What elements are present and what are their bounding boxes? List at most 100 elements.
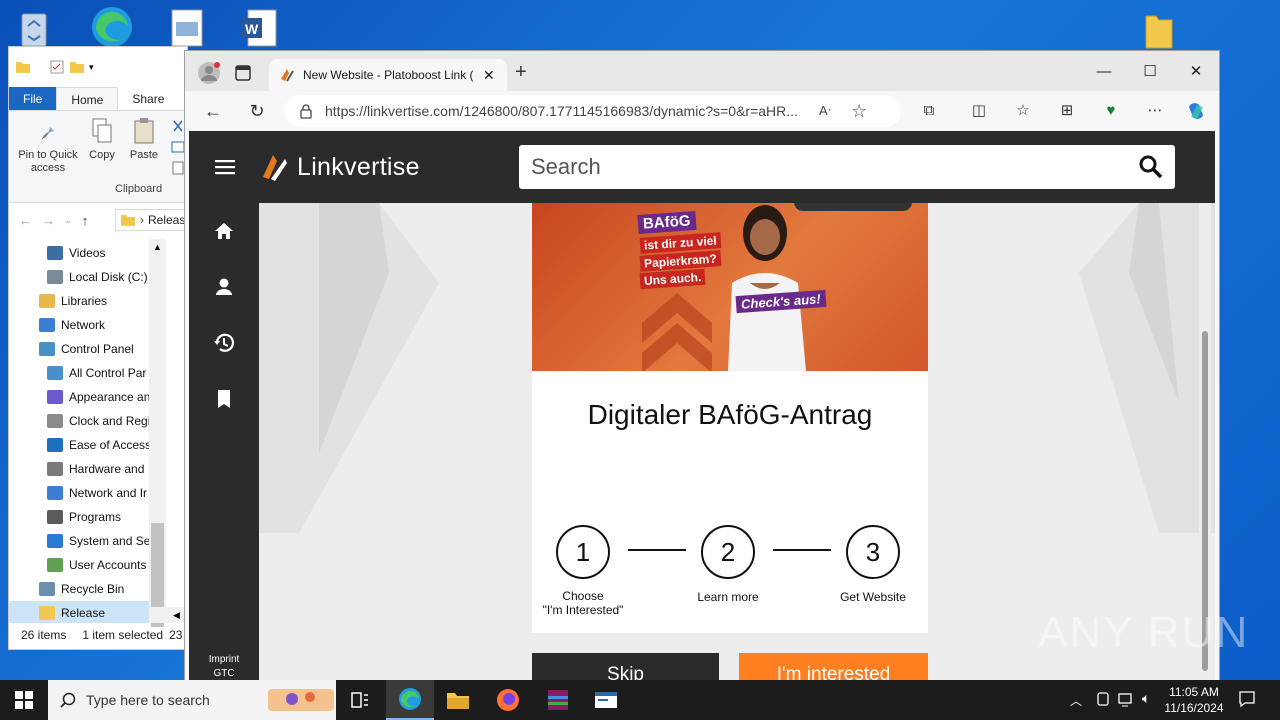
task-view-icon[interactable] xyxy=(336,680,384,720)
nav-item-label: Network and Ir xyxy=(69,486,148,500)
word-document-desktop-icon[interactable]: W xyxy=(240,8,292,52)
clock-date[interactable]: 11/16/2024 xyxy=(1162,700,1226,716)
step-3-label: Get Website xyxy=(840,590,906,604)
edge-taskbar-icon[interactable] xyxy=(386,680,434,720)
new-folder-icon[interactable] xyxy=(69,60,85,74)
read-aloud-icon[interactable]: Aᐧ xyxy=(819,103,831,119)
copilot-icon[interactable] xyxy=(1185,101,1205,121)
nav-item[interactable]: Appearance an xyxy=(9,385,149,409)
paste-button[interactable]: Paste xyxy=(127,117,161,162)
nav-item-label: Libraries xyxy=(61,294,108,308)
back-arrow-icon[interactable]: ← xyxy=(19,213,32,228)
folder-icon xyxy=(39,606,55,620)
app-taskbar-icon[interactable] xyxy=(582,680,630,720)
favorites-icon[interactable]: ☆ xyxy=(1013,101,1033,121)
videos-icon xyxy=(47,246,63,260)
cut-icon[interactable] xyxy=(171,119,185,133)
up-arrow-icon[interactable]: ↑ xyxy=(82,213,89,228)
chevron-right-icon: › xyxy=(140,213,144,227)
nav-item[interactable]: Clock and Regi xyxy=(9,409,149,433)
tab-share[interactable]: Share xyxy=(118,87,178,110)
nav-item[interactable]: Local Disk (C:) xyxy=(9,265,149,289)
back-icon[interactable]: ← xyxy=(203,101,223,121)
network-icon xyxy=(47,486,63,500)
linkvertise-logo[interactable]: Linkvertise xyxy=(259,151,420,183)
nav-scrollbar[interactable]: ▲ xyxy=(149,239,166,627)
ad-banner[interactable]: BAföG ist dir zu viel Papierkram? Uns au… xyxy=(532,203,928,371)
folder-desktop-icon[interactable] xyxy=(1142,10,1194,54)
home-icon[interactable] xyxy=(212,219,236,243)
tab-title: New Website - Platoboost Link ( xyxy=(303,68,474,82)
nav-item[interactable]: Network xyxy=(9,313,149,337)
profile-icon[interactable] xyxy=(212,275,236,299)
nav-item[interactable]: Release xyxy=(9,601,149,623)
ad-close-tab[interactable] xyxy=(794,203,912,211)
browser-essentials-icon[interactable]: ♥ xyxy=(1101,101,1121,121)
forward-arrow-icon[interactable]: → xyxy=(42,213,55,228)
nav-item[interactable]: Control Panel xyxy=(9,337,149,361)
nav-item[interactable]: Hardware and xyxy=(9,457,149,481)
volume-icon[interactable]: 🔈︎ xyxy=(1142,690,1150,707)
address-bar[interactable]: https://linkvertise.com/1246800/807.1771… xyxy=(285,95,901,127)
clock-time[interactable]: 11:05 AM xyxy=(1162,684,1226,700)
search-icon[interactable] xyxy=(1139,155,1163,179)
new-tab-icon[interactable]: + xyxy=(515,62,527,82)
nav-item[interactable]: All Control Par xyxy=(9,361,149,385)
show-hidden-icons[interactable]: ︿ xyxy=(1070,692,1082,709)
paste-shortcut-icon[interactable] xyxy=(171,161,185,175)
nav-item[interactable]: Programs xyxy=(9,505,149,529)
nav-item[interactable]: Network and Ir xyxy=(9,481,149,505)
taskbar: Type here to search ︿ 🔈︎ 11:05 AM 11/16/… xyxy=(0,680,1280,720)
taskbar-search-box[interactable]: Type here to search xyxy=(48,680,336,720)
edge-desktop-icon[interactable] xyxy=(86,4,138,48)
split-screen-icon[interactable]: ◫ xyxy=(969,101,989,121)
copy-button[interactable]: Copy xyxy=(87,117,117,162)
bookmark-icon[interactable] xyxy=(212,387,236,411)
nav-item[interactable]: Recycle Bin xyxy=(9,577,149,601)
properties-icon[interactable] xyxy=(49,60,65,74)
tab-bar: New Website - Platoboost Link ( ✕ + — ☐ … xyxy=(185,51,1219,91)
qat-dropdown-icon[interactable]: ▾ xyxy=(89,62,94,73)
firefox-taskbar-icon[interactable] xyxy=(484,680,532,720)
ad-text-bafog: BAföG xyxy=(637,211,697,234)
extensions-icon[interactable]: ⧉ xyxy=(919,101,939,121)
notifications-icon[interactable] xyxy=(1238,690,1256,711)
winrar-taskbar-icon[interactable] xyxy=(534,680,582,720)
history-icon[interactable] xyxy=(212,331,236,355)
gtc-link[interactable]: GTC xyxy=(189,667,259,681)
profile-avatar[interactable] xyxy=(197,61,221,88)
nav-item-label: All Control Par xyxy=(69,366,147,380)
device-icon[interactable] xyxy=(1096,691,1110,710)
dropdown-icon[interactable]: ⌄ xyxy=(65,216,72,225)
nav-item[interactable]: Ease of Access xyxy=(9,433,149,457)
maximize-icon[interactable]: ☐ xyxy=(1127,57,1173,85)
collections-icon[interactable]: ⊞ xyxy=(1057,101,1077,121)
copy-path-icon[interactable] xyxy=(171,141,185,153)
file-explorer-taskbar-icon[interactable] xyxy=(434,680,482,720)
skip-button[interactable]: Skip xyxy=(532,653,719,681)
network-status-icon[interactable] xyxy=(1118,691,1136,710)
address-text: Releas xyxy=(148,213,186,227)
nav-item[interactable]: User Accounts xyxy=(9,553,149,577)
tab-close-icon[interactable]: ✕ xyxy=(483,67,495,84)
tab-home[interactable]: Home xyxy=(56,87,119,110)
nav-item[interactable]: System and Sec xyxy=(9,529,149,553)
refresh-icon[interactable]: ↻ xyxy=(247,101,267,121)
imprint-link[interactable]: Imprint xyxy=(189,653,259,667)
nav-item[interactable]: Libraries xyxy=(9,289,149,313)
address-box[interactable]: › Releas xyxy=(115,209,187,231)
close-window-icon[interactable]: ✕ xyxy=(1173,57,1219,85)
minimize-icon[interactable]: — xyxy=(1081,57,1127,85)
pin-to-quick-access-button[interactable]: Pin to Quick access xyxy=(13,117,83,175)
tab-file[interactable]: File xyxy=(9,87,57,110)
tab-actions-icon[interactable] xyxy=(235,65,251,84)
favorite-star-icon[interactable]: ☆ xyxy=(851,101,867,122)
tab-active[interactable]: New Website - Platoboost Link ( ✕ xyxy=(269,59,507,91)
nav-item[interactable]: Videos xyxy=(9,241,149,265)
interested-button[interactable]: I'm interested xyxy=(739,653,928,681)
scroll-up-icon[interactable]: ▲ xyxy=(149,239,166,255)
hamburger-menu-icon[interactable] xyxy=(215,159,235,178)
start-button[interactable] xyxy=(0,680,48,720)
more-menu-icon[interactable]: ⋯ xyxy=(1145,101,1165,121)
search-input[interactable]: Search xyxy=(519,145,1175,189)
